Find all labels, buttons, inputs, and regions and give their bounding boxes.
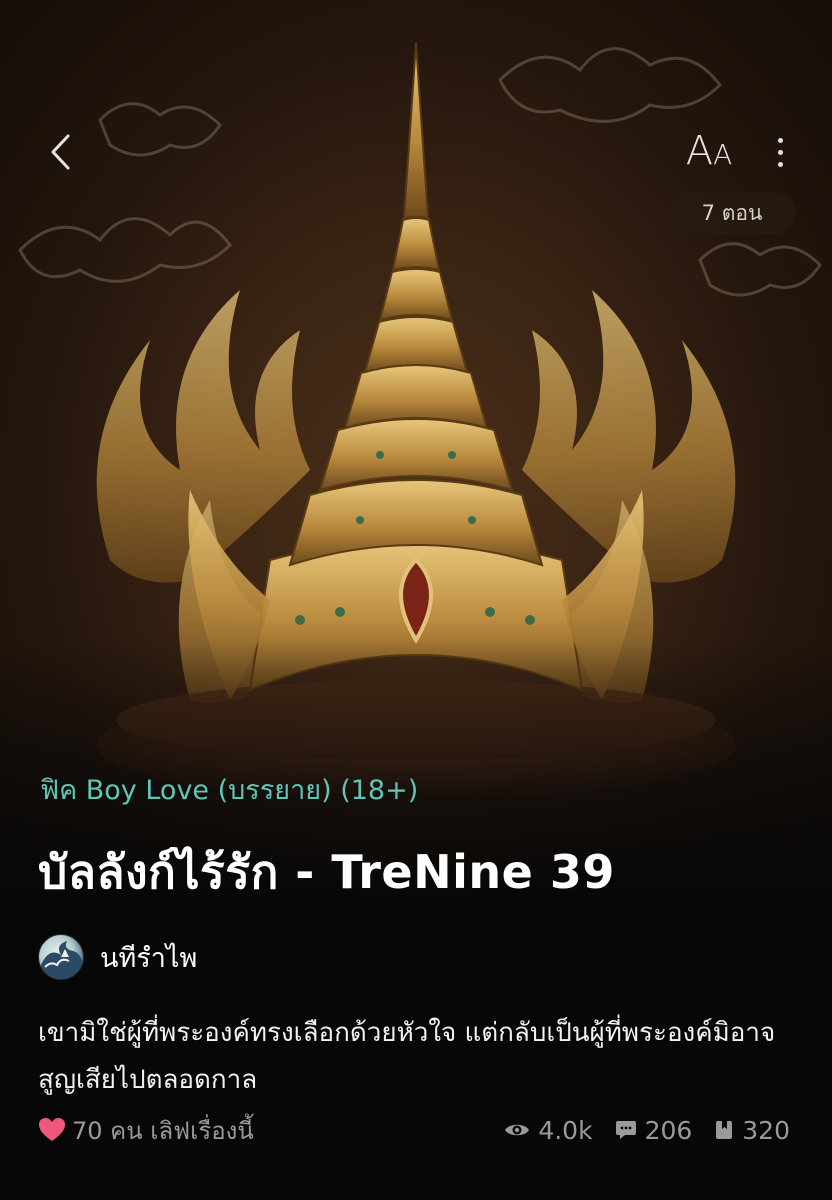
story-stats: 4.0k 206 320 [504,1110,790,1150]
font-size-icon-small: A [713,138,733,171]
avatar [38,934,84,980]
story-category-link[interactable]: ฟิค Boy Love (บรรยาย) (18+) [40,768,418,811]
bookmarks-stat: 320 [714,1116,790,1145]
comment-icon [615,1121,636,1139]
back-button[interactable] [40,128,80,176]
more-vertical-icon [777,137,783,143]
comments-stat: 206 [615,1115,693,1145]
bookmarks-count: 320 [742,1115,790,1145]
story-detail-screen: AA 7 ตอน ฟิค Boy Love (บรรยาย) (18+) บัล… [0,0,832,1200]
likes-text: 70 คน เลิฟเรื่องนี้ [72,1116,254,1145]
font-size-icon-large: A [685,128,714,174]
author-name: นทีรำไพ [100,942,198,974]
heart-icon [39,1118,65,1141]
more-options-button[interactable] [762,128,798,176]
story-synopsis: เขามิใช่ผู้ที่พระองค์ทรงเลือกด้วยหัวใจ แ… [38,1018,776,1095]
episode-count-badge: 7 ตอน [668,192,796,234]
wave-avatar-icon [41,941,83,979]
views-stat: 4.0k [504,1115,593,1145]
views-count: 4.0k [538,1115,593,1145]
book-icon [716,1121,733,1139]
chevron-left-icon [51,134,70,170]
story-title: บัลลังก์ไร้รัก - TreNine 39 [38,845,615,899]
eye-icon [505,1124,530,1136]
font-size-button[interactable]: AA [676,128,742,176]
comments-count: 206 [644,1115,693,1145]
author-link[interactable]: นทีรำไพ [38,934,197,980]
likes-summary[interactable]: 70 คน เลิฟเรื่องนี้ [38,1110,254,1150]
